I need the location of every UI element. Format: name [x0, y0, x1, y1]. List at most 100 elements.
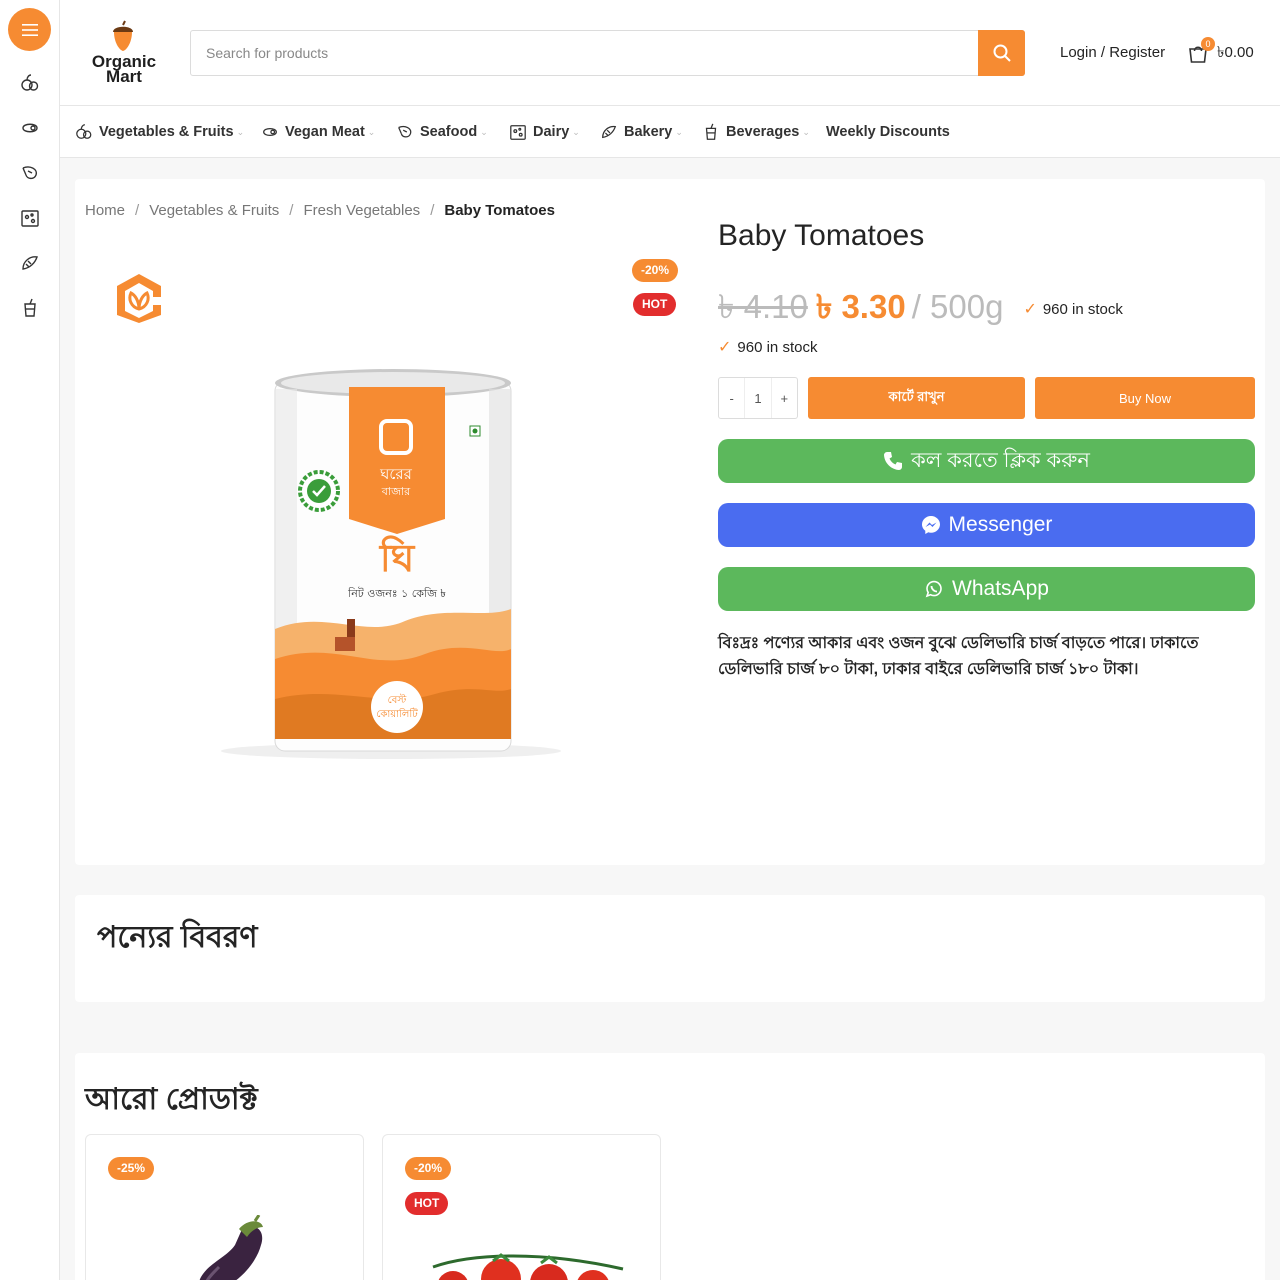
side-rail: [0, 0, 60, 1280]
nav-item-label: Beverages: [726, 124, 800, 140]
rail-bakery-button[interactable]: [15, 248, 45, 278]
nav-item-label: Seafood: [420, 124, 478, 140]
nav-item-label: Vegetables & Fruits: [99, 124, 234, 140]
tomato-image: [432, 1253, 624, 1280]
qty-minus-button[interactable]: -: [719, 378, 744, 418]
can-product-name: ঘি: [378, 535, 416, 580]
sale-badge: -20%: [632, 259, 679, 282]
beverages-icon: [24, 298, 36, 317]
price-row: ৳ 4.10 ৳ 3.30 / 500g ✓ 960 in stock: [718, 281, 1123, 337]
nav-item-label: Vegan Meat: [285, 124, 365, 140]
stock-text: 960 in stock: [1042, 300, 1123, 318]
more-products-section: আরো প্রোডাক্ট -25% -20% HOT: [75, 1053, 1265, 1280]
rail-seafood-button[interactable]: [15, 158, 45, 188]
rail-vegetables-button[interactable]: [15, 68, 45, 98]
product-card[interactable]: -25%: [85, 1134, 364, 1280]
cart-count-badge: 0: [1201, 37, 1215, 51]
messenger-icon: [921, 516, 940, 534]
hamburger-icon: [21, 23, 38, 36]
call-button-label: কল করতে ক্লিক করুন: [911, 448, 1090, 472]
description-title: পন্যের বিবরণ: [97, 921, 258, 954]
rail-dairy-button[interactable]: [15, 203, 45, 233]
delivery-note: বিঃদ্রঃ পণ্যের আকার এবং ওজন বুঝে ডেলিভার…: [718, 635, 1199, 678]
chevron-down-icon: ⌄: [367, 126, 376, 137]
bakery-icon: [22, 256, 38, 270]
nav-item-label: Dairy: [533, 124, 570, 140]
can-brand-line1: ঘরের: [379, 465, 413, 483]
nav-item-dairy[interactable]: Dairy ⌄: [509, 106, 580, 158]
nav-item-seafood[interactable]: Seafood ⌄: [396, 106, 488, 158]
nav-item-vegan-meat[interactable]: Vegan Meat ⌄: [261, 106, 375, 158]
breadcrumb: Home / Vegetables & Fruits / Fresh Veget…: [85, 202, 555, 219]
product-title: Baby Tomatoes: [718, 219, 925, 252]
dairy-icon: [510, 125, 526, 140]
old-price: ৳ 4.10: [718, 288, 808, 325]
buy-now-button[interactable]: Buy Now: [1035, 377, 1255, 419]
search-button[interactable]: [978, 30, 1025, 76]
hot-badge: HOT: [405, 1192, 449, 1215]
vegetables-icon: [76, 124, 92, 139]
cart-total: ৳0.00: [1217, 43, 1254, 61]
nav-item-weekly-discounts[interactable]: Weekly Discounts: [826, 106, 950, 158]
chevron-down-icon: ⌄: [572, 126, 580, 137]
product-gallery[interactable]: -20% HOT ঘরের বাজার ঘি নিট ওজনঃ ১ কেজি ৳: [85, 239, 685, 799]
brand-watermark-icon: [117, 274, 161, 323]
search-icon: [993, 44, 1011, 62]
chevron-down-icon: ⌄: [480, 126, 488, 137]
site-header: Organic Mart Login / Register 0 ৳0.00: [60, 0, 1280, 106]
nav-item-vegetables-fruits[interactable]: Vegetables & Fruits ⌄: [75, 106, 244, 158]
more-products-title: আরো প্রোডাক্ট: [85, 1083, 258, 1116]
call-button[interactable]: কল করতে ক্লিক করুন: [718, 439, 1255, 483]
breadcrumb-vegetables-fruits[interactable]: Vegetables & Fruits: [149, 202, 279, 219]
can-weight: নিট ওজনঃ ১ কেজি ৳: [347, 587, 446, 600]
search-bar: [190, 30, 1025, 76]
eggplant-image: [199, 1215, 263, 1280]
product-summary: Baby Tomatoes ৳ 4.10 ৳ 3.30 / 500g ✓ 960…: [718, 219, 1255, 678]
hot-badge: HOT: [633, 293, 677, 316]
current-price: ৳ 3.30: [815, 288, 906, 325]
breadcrumb-separator: /: [135, 202, 140, 219]
quantity-stepper: - 1 +: [718, 377, 798, 419]
qty-plus-button[interactable]: +: [772, 378, 797, 418]
whatsapp-button[interactable]: WhatsApp: [718, 567, 1255, 611]
menu-toggle-button[interactable]: [8, 8, 51, 51]
nav-item-label: Weekly Discounts: [826, 124, 950, 140]
can-quality-line2: কোয়ালিটি: [376, 707, 418, 720]
breadcrumb-separator: /: [289, 202, 294, 219]
nav-item-bakery[interactable]: Bakery ⌄: [600, 106, 683, 158]
breadcrumb-home[interactable]: Home: [85, 202, 125, 219]
cart-button[interactable]: 0 ৳0.00: [1187, 37, 1254, 66]
messenger-button-label: Messenger: [948, 513, 1053, 536]
acorn-logo-icon: [113, 20, 133, 51]
nav-item-beverages[interactable]: Beverages ⌄: [702, 106, 810, 158]
product-card[interactable]: -20% HOT: [382, 1134, 661, 1280]
phone-icon: [884, 452, 903, 470]
stock-text: 960 in stock: [737, 338, 818, 356]
add-to-cart-button[interactable]: কার্টে রাখুন: [808, 377, 1025, 419]
check-icon: ✓: [1023, 301, 1037, 318]
sale-badge: -20%: [405, 1157, 452, 1180]
check-icon: ✓: [718, 339, 732, 356]
seafood-icon: [398, 125, 412, 138]
breadcrumb-separator: /: [430, 202, 435, 219]
whatsapp-icon: [925, 580, 942, 598]
qty-input[interactable]: 1: [744, 378, 772, 418]
breadcrumb-fresh-vegetables[interactable]: Fresh Vegetables: [303, 202, 420, 219]
search-input[interactable]: [191, 31, 979, 75]
stock-status-inline: ✓ 960 in stock: [1023, 299, 1122, 319]
rail-beverages-button[interactable]: [15, 293, 45, 323]
rail-vegan-meat-button[interactable]: [15, 113, 45, 143]
description-panel: পন্যের বিবরণ: [75, 895, 1265, 1002]
price-unit: / 500g: [911, 288, 1004, 325]
login-register-link[interactable]: Login / Register: [1060, 44, 1165, 61]
chevron-down-icon: ⌄: [675, 126, 683, 137]
can-brand-line2: বাজার: [381, 485, 411, 498]
nav-item-label: Bakery: [624, 124, 673, 140]
beverages-icon: [705, 123, 717, 140]
sale-badge: -25%: [108, 1157, 155, 1180]
ghee-can-image: ঘরের বাজার ঘি নিট ওজনঃ ১ কেজি ৳ বেস্ট কো…: [221, 369, 561, 759]
messenger-button[interactable]: Messenger: [718, 503, 1255, 547]
site-logo[interactable]: Organic Mart: [86, 20, 162, 86]
stock-status: ✓ 960 in stock: [718, 337, 817, 357]
breadcrumb-current: Baby Tomatoes: [444, 202, 555, 219]
